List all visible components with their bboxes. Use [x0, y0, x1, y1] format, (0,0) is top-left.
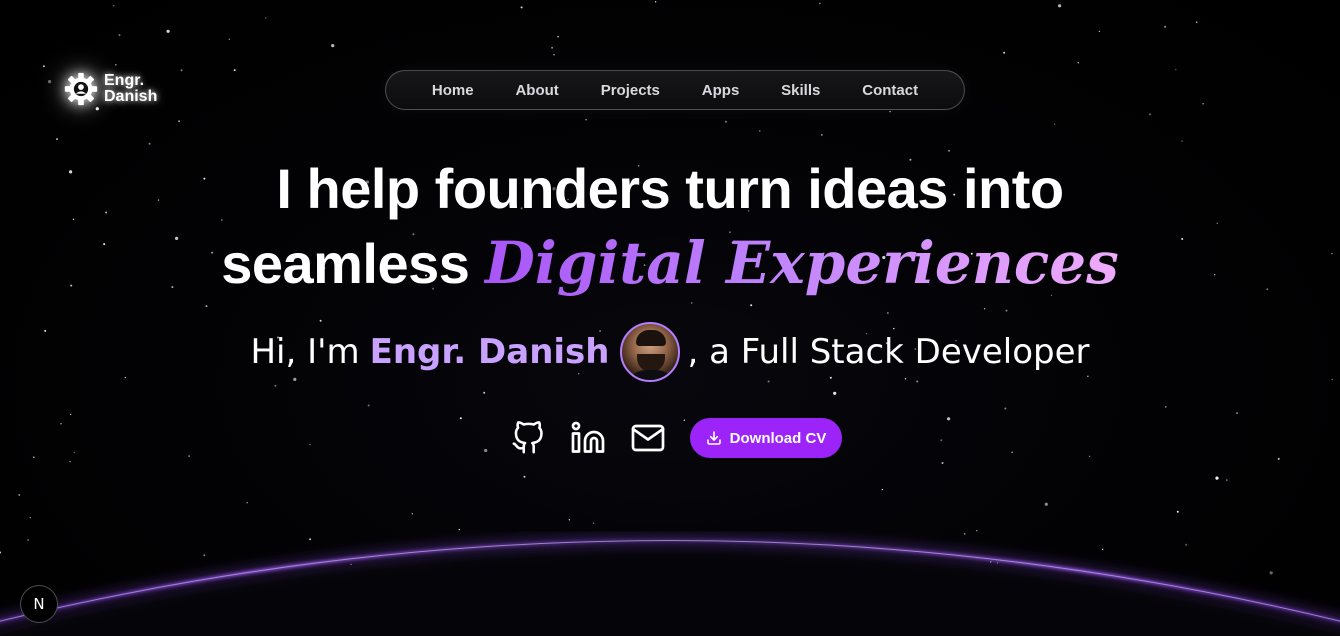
download-cv-label: Download CV — [729, 429, 827, 447]
hero-headline: I help founders turn ideas into seamless… — [0, 152, 1340, 301]
intro-prefix: Hi, I'm — [250, 332, 360, 372]
intro-name: Engr. Danish — [369, 332, 610, 372]
headline-accent: Digital Experiences — [484, 229, 1119, 297]
intro-suffix: , a Full Stack Developer — [687, 332, 1090, 372]
download-icon — [706, 431, 721, 445]
download-cv-button[interactable]: Download CV — [689, 418, 843, 458]
linkedin-icon — [571, 421, 605, 453]
logo-line-2: Danish — [104, 88, 158, 105]
nav-item-projects[interactable]: Projects — [593, 78, 668, 103]
github-icon — [512, 421, 543, 454]
headline-line-1: I help founders turn ideas into — [276, 157, 1064, 220]
mail-icon — [631, 424, 665, 452]
nav-item-about[interactable]: About — [507, 78, 566, 103]
dev-tools-badge[interactable]: N — [20, 585, 58, 623]
github-link[interactable] — [508, 418, 548, 458]
email-link[interactable] — [628, 418, 668, 458]
logo-line-1: Engr. — [104, 72, 145, 89]
nav-item-apps[interactable]: Apps — [694, 78, 748, 103]
logo-text: Engr. Danish — [104, 73, 157, 105]
nav-item-contact[interactable]: Contact — [854, 78, 926, 103]
hero-actions: Download CV — [0, 418, 1340, 458]
linkedin-link[interactable] — [568, 418, 608, 458]
nav-item-home[interactable]: Home — [424, 78, 482, 103]
headline-prefix: seamless — [221, 232, 470, 295]
headline-line-2: seamless Digital Experiences — [0, 226, 1340, 301]
main-nav: Home About Projects Apps Skills Contact — [385, 70, 965, 110]
nav-item-skills[interactable]: Skills — [773, 78, 828, 103]
avatar — [619, 322, 680, 382]
hero-intro: Hi, I'm Engr. Danish , a Full Stack Deve… — [0, 322, 1340, 382]
gear-icon — [64, 72, 98, 106]
site-logo[interactable]: Engr. Danish — [62, 70, 157, 108]
